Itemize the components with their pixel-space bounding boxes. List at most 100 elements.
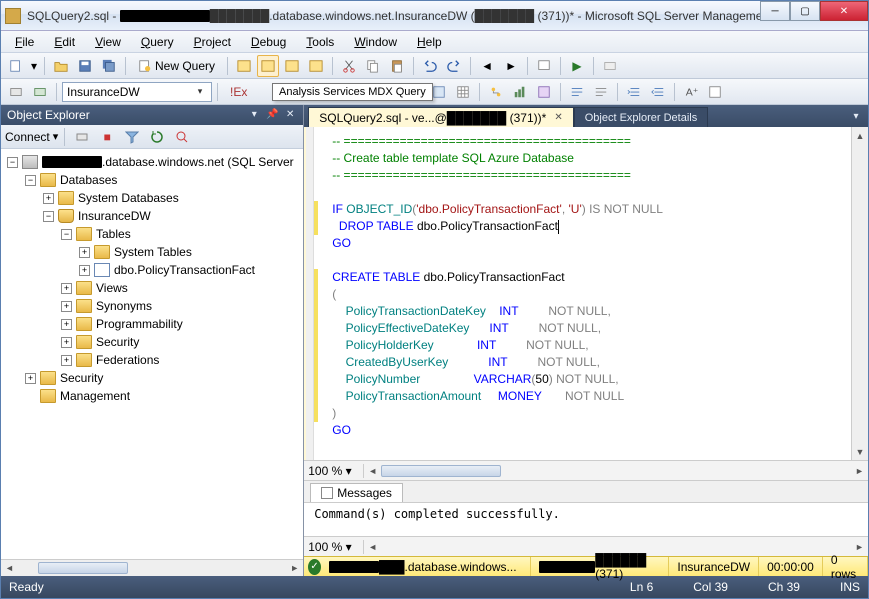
open-button[interactable] — [50, 55, 72, 77]
messages-hscroll[interactable]: ◄► — [364, 542, 868, 552]
results-grid-button[interactable] — [452, 81, 474, 103]
db-engine-query-button[interactable] — [233, 55, 255, 77]
zoom-selector-messages[interactable]: 100 % ▾ — [304, 540, 364, 554]
tree-views[interactable]: +Views — [3, 279, 303, 297]
tree-hscroll[interactable]: ◄ ► — [1, 559, 303, 576]
new-project-dropdown[interactable]: ▾ — [29, 55, 39, 77]
object-explorer-tree[interactable]: −.database.windows.net (SQL Server −Data… — [1, 149, 303, 559]
expand-icon[interactable]: + — [61, 301, 72, 312]
tree-policy-fact-table[interactable]: +dbo.PolicyTransactionFact — [3, 261, 303, 279]
save-all-button[interactable] — [98, 55, 120, 77]
disconnect-button[interactable] — [71, 126, 93, 148]
tree-insurancedw[interactable]: −InsuranceDW — [3, 207, 303, 225]
redo-button[interactable] — [443, 55, 465, 77]
editor-hscroll[interactable]: ◄ ► — [364, 465, 868, 477]
tree-databases[interactable]: −Databases — [3, 171, 303, 189]
expand-icon[interactable]: + — [25, 373, 36, 384]
menu-help[interactable]: Help — [409, 33, 450, 51]
expand-icon[interactable]: + — [61, 283, 72, 294]
outdent-button[interactable] — [647, 81, 669, 103]
editor-vscroll[interactable]: ▲ ▼ — [851, 127, 868, 460]
expand-icon[interactable]: + — [43, 193, 54, 204]
close-button[interactable]: ✕ — [820, 1, 868, 21]
expand-icon[interactable]: − — [7, 157, 18, 168]
tree-server-node[interactable]: −.database.windows.net (SQL Server — [3, 153, 303, 171]
panel-pin-icon[interactable]: 📌 — [265, 108, 279, 122]
tab-sqlquery2[interactable]: SQLQuery2.sql - ve...@███████ (371))*✕ — [308, 107, 573, 127]
scroll-thumb[interactable] — [381, 465, 501, 477]
activity-button[interactable] — [599, 55, 621, 77]
expand-icon[interactable]: + — [79, 265, 90, 276]
database-selector-input[interactable] — [63, 83, 193, 101]
mdx-query-button[interactable] — [257, 55, 279, 77]
indent-button[interactable] — [623, 81, 645, 103]
scroll-thumb[interactable] — [38, 562, 128, 574]
scroll-left-icon[interactable]: ◄ — [1, 560, 18, 577]
connection-dropdown[interactable] — [29, 81, 51, 103]
client-stats-button[interactable] — [509, 81, 531, 103]
xmla-query-button[interactable] — [305, 55, 327, 77]
tab-list-dropdown[interactable]: ▾ — [848, 111, 864, 127]
minimize-button[interactable]: ─ — [760, 1, 790, 21]
tree-security[interactable]: +Security — [3, 369, 303, 387]
tree-programmability[interactable]: +Programmability — [3, 315, 303, 333]
new-query-button[interactable]: New Query — [131, 55, 222, 77]
expand-icon[interactable]: − — [25, 175, 36, 186]
change-connection-button[interactable] — [5, 81, 27, 103]
menu-edit[interactable]: Edit — [46, 33, 83, 51]
paste-button[interactable] — [386, 55, 408, 77]
connect-button[interactable]: Connect — [5, 130, 50, 144]
expand-icon[interactable]: + — [61, 319, 72, 330]
sql-editor[interactable]: -- =====================================… — [304, 127, 851, 460]
comment-button[interactable] — [566, 81, 588, 103]
scroll-right-icon[interactable]: ► — [286, 560, 303, 577]
sql-code[interactable]: -- =====================================… — [314, 127, 851, 460]
tree-federations[interactable]: +Federations — [3, 351, 303, 369]
expand-icon[interactable]: − — [61, 229, 72, 240]
tree-tables[interactable]: −Tables — [3, 225, 303, 243]
nav-back-button[interactable]: ◄ — [476, 55, 498, 77]
search-button[interactable] — [171, 126, 193, 148]
undo-button[interactable] — [419, 55, 441, 77]
nav-fwd-button[interactable]: ► — [500, 55, 522, 77]
uncomment-button[interactable] — [590, 81, 612, 103]
tree-system-tables[interactable]: +System Tables — [3, 243, 303, 261]
panel-dropdown-icon[interactable]: ▾ — [247, 108, 261, 122]
expand-icon[interactable]: + — [79, 247, 90, 258]
menu-debug[interactable]: Debug — [243, 33, 294, 51]
tree-security-db[interactable]: +Security — [3, 333, 303, 351]
scroll-left-icon[interactable]: ◄ — [364, 466, 381, 476]
panel-close-icon[interactable]: ✕ — [283, 108, 297, 122]
specify-values-button[interactable]: A⁺ — [680, 81, 702, 103]
menu-project[interactable]: Project — [186, 33, 239, 51]
dmx-query-button[interactable] — [281, 55, 303, 77]
copy-button[interactable] — [362, 55, 384, 77]
cut-button[interactable] — [338, 55, 360, 77]
start-debug-button[interactable]: ▶ — [566, 55, 588, 77]
tree-synonyms[interactable]: +Synonyms — [3, 297, 303, 315]
menu-file[interactable]: File — [7, 33, 42, 51]
trace-button[interactable] — [533, 81, 555, 103]
zoom-selector[interactable]: 100 % ▾ — [304, 464, 364, 478]
close-tab-icon[interactable]: ✕ — [554, 112, 562, 123]
tree-system-databases[interactable]: +System Databases — [3, 189, 303, 207]
expand-icon[interactable]: − — [43, 211, 54, 222]
maximize-button[interactable]: ▢ — [790, 1, 820, 21]
menu-tools[interactable]: Tools — [298, 33, 342, 51]
expand-icon[interactable]: + — [61, 355, 72, 366]
messages-body[interactable]: Command(s) completed successfully. — [304, 502, 868, 536]
intellisense-button[interactable] — [704, 81, 726, 103]
scroll-right-icon[interactable]: ► — [851, 466, 868, 476]
include-plan-button[interactable] — [485, 81, 507, 103]
scroll-up-icon[interactable]: ▲ — [852, 127, 869, 144]
expand-icon[interactable]: + — [61, 337, 72, 348]
execute-button[interactable]: ! Ex — [223, 81, 254, 103]
stop-button[interactable]: ■ — [96, 126, 118, 148]
filter-button[interactable] — [121, 126, 143, 148]
database-selector[interactable]: ▾ — [62, 82, 212, 102]
menu-window[interactable]: Window — [346, 33, 405, 51]
refresh-button[interactable] — [146, 126, 168, 148]
menu-view[interactable]: View — [87, 33, 129, 51]
scroll-down-icon[interactable]: ▼ — [852, 443, 869, 460]
tree-management[interactable]: Management — [3, 387, 303, 405]
